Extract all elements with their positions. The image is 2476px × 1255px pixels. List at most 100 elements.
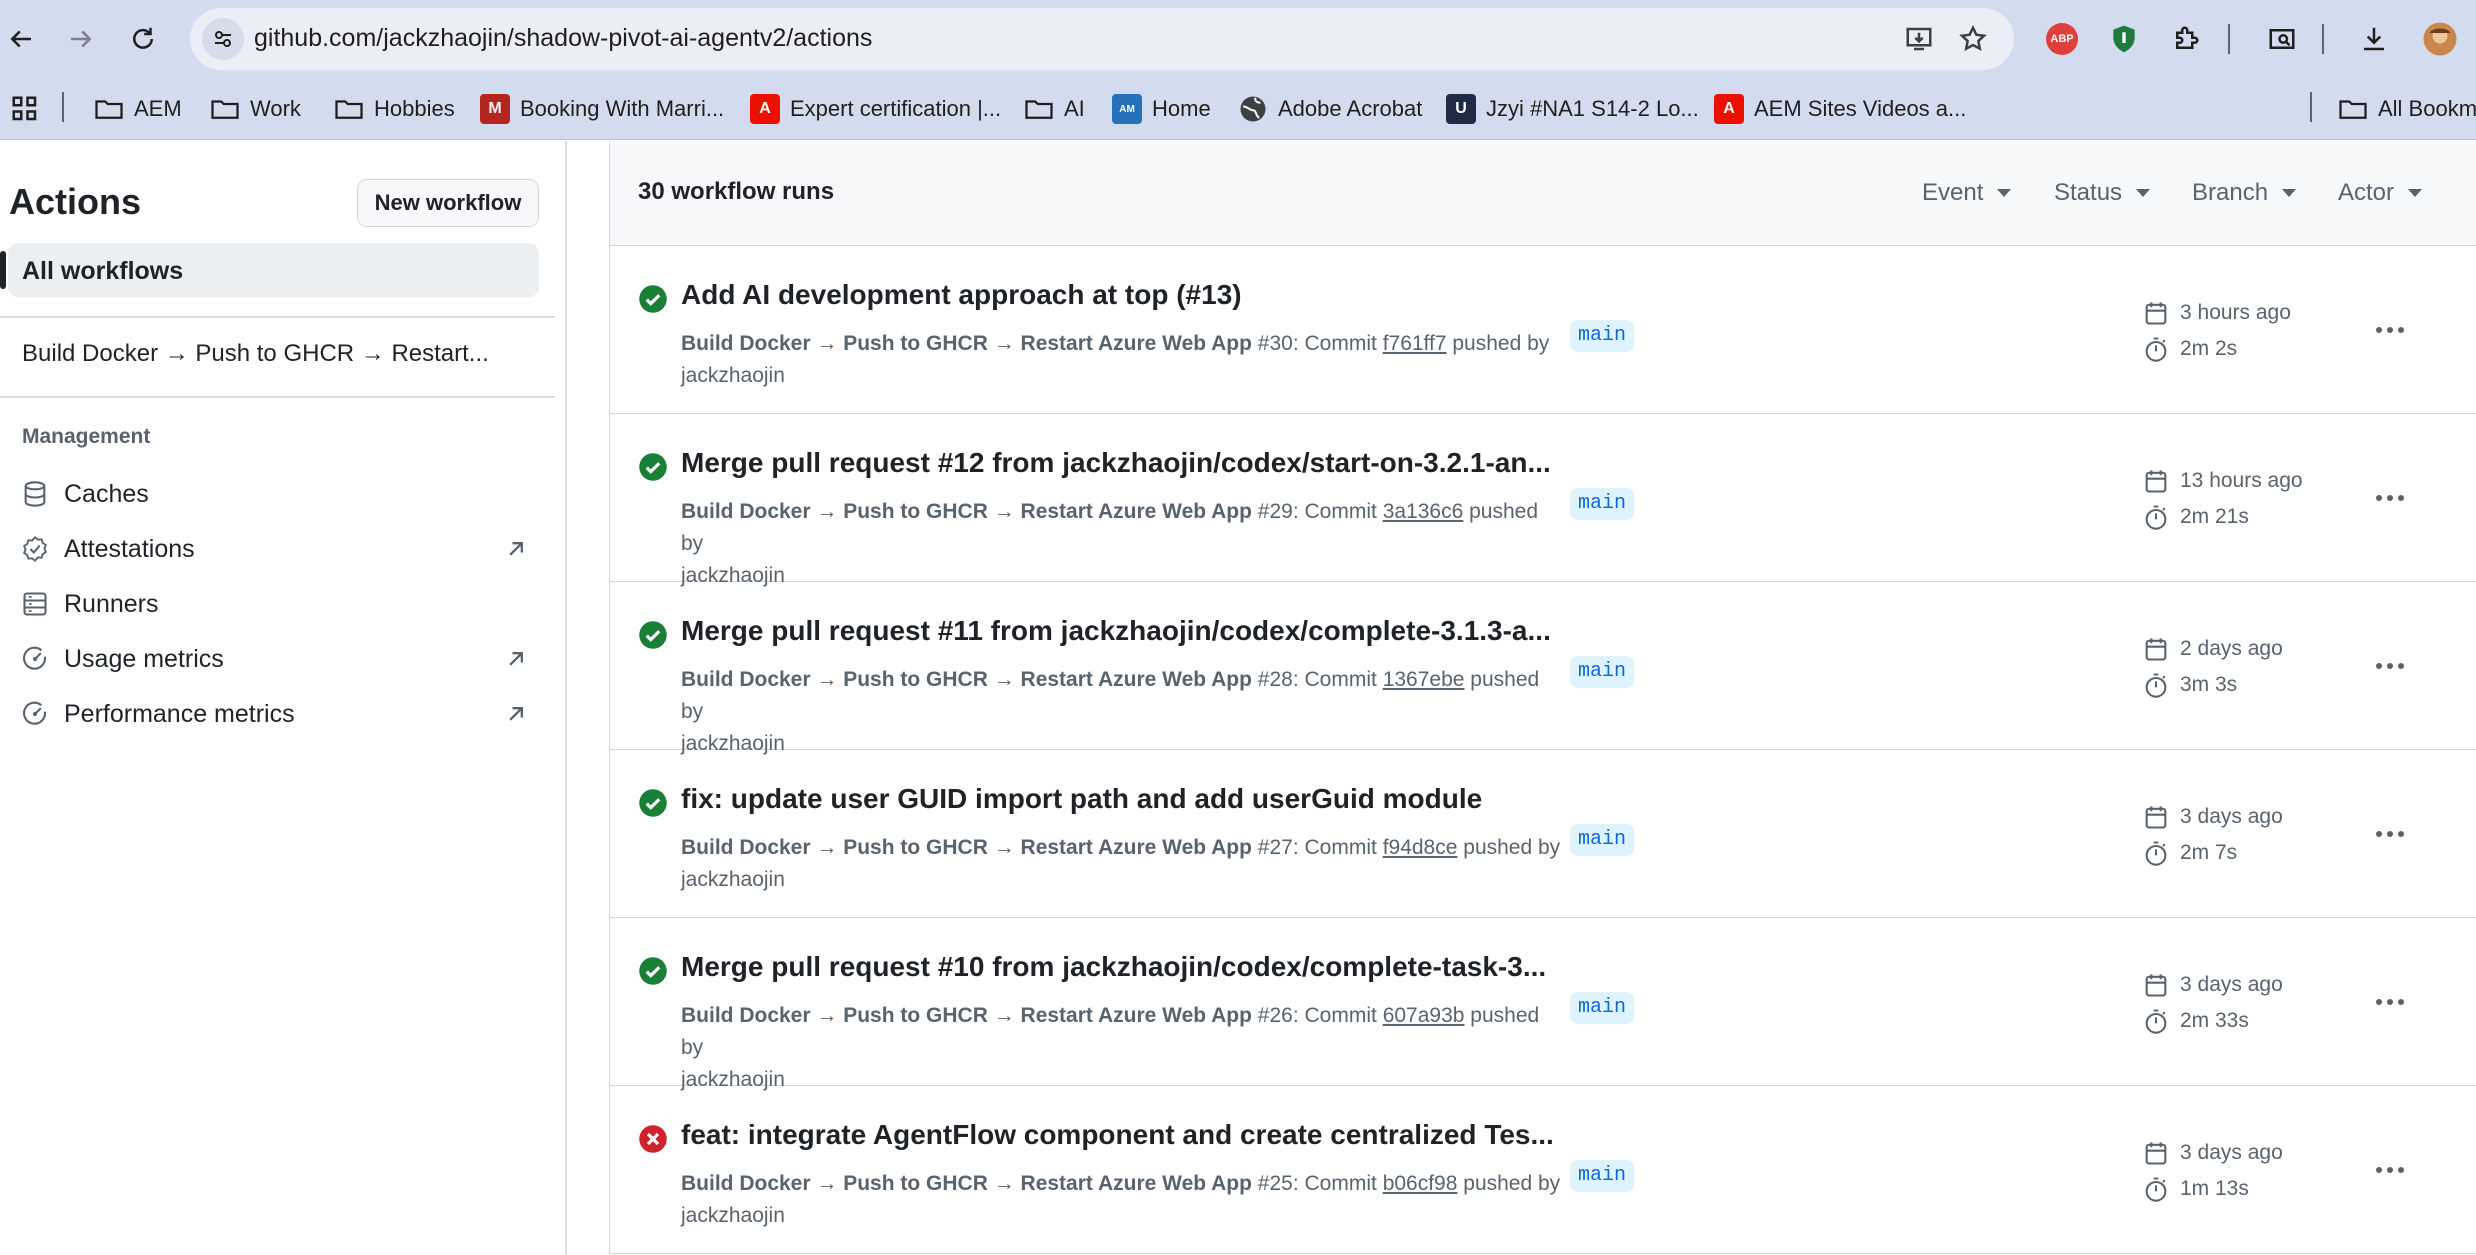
url-text[interactable]: github.com/jackzhaojin/shadow-pivot-ai-a… bbox=[254, 24, 872, 53]
bookmark-jzyi[interactable]: U Jzyi #NA1 S14-2 Lo... bbox=[1446, 90, 1699, 128]
bookmark-hobbies[interactable]: Hobbies bbox=[334, 90, 455, 128]
run-time-text: 3 days ago bbox=[2180, 1141, 2283, 1164]
apps-grid-icon[interactable] bbox=[10, 90, 40, 128]
branch-badge[interactable]: main bbox=[1570, 824, 1635, 856]
run-menu-button[interactable] bbox=[2370, 310, 2410, 350]
puzzle-icon[interactable] bbox=[2166, 19, 2206, 59]
sidebar-item-caches[interactable]: Caches bbox=[20, 472, 530, 516]
sidebar-item-performance-metrics[interactable]: Performance metrics bbox=[20, 692, 530, 736]
branch-badge[interactable]: main bbox=[1570, 992, 1635, 1024]
run-time-text: 3 days ago bbox=[2180, 805, 2283, 828]
commit-sha-link[interactable]: 607a93b bbox=[1383, 1004, 1465, 1027]
commit-sha-link[interactable]: 1367ebe bbox=[1383, 668, 1465, 691]
workflow-run-row[interactable]: fix: update user GUID import path and ad… bbox=[610, 750, 2476, 918]
database-icon bbox=[20, 479, 50, 509]
address-bar[interactable]: github.com/jackzhaojin/shadow-pivot-ai-a… bbox=[190, 8, 2014, 70]
reload-button[interactable] bbox=[124, 20, 162, 58]
sidebar-item-usage-metrics[interactable]: Usage metrics bbox=[20, 637, 530, 681]
run-menu-button[interactable] bbox=[2370, 478, 2410, 518]
run-menu-button[interactable] bbox=[2370, 814, 2410, 854]
stopwatch-icon bbox=[2145, 1009, 2167, 1034]
caret-down-icon bbox=[1997, 189, 2012, 197]
run-meta: Build Docker → Push to GHCR → Restart Az… bbox=[681, 496, 1561, 592]
site-info-icon[interactable] bbox=[202, 18, 244, 60]
run-number: #26: Commit bbox=[1257, 1004, 1377, 1027]
bookmark-star-icon[interactable] bbox=[1956, 22, 1990, 56]
check-circle-icon bbox=[639, 621, 667, 649]
branch-badge[interactable]: main bbox=[1570, 1160, 1635, 1192]
browser-toolbar: github.com/jackzhaojin/shadow-pivot-ai-a… bbox=[0, 0, 2476, 78]
profile-avatar[interactable] bbox=[2420, 19, 2460, 59]
run-menu-button[interactable] bbox=[2370, 646, 2410, 686]
run-title[interactable]: Merge pull request #10 from jackzhaojin/… bbox=[681, 951, 1546, 983]
abp-icon[interactable]: ABP bbox=[2042, 19, 2082, 59]
bookmark-home[interactable]: AM Home bbox=[1112, 90, 1211, 128]
forward-button[interactable] bbox=[62, 20, 100, 58]
workflow-run-row[interactable]: Merge pull request #10 from jackzhaojin/… bbox=[610, 918, 2476, 1091]
bookmark-ai[interactable]: AI bbox=[1024, 90, 1085, 128]
actor-link[interactable]: jackzhaojin bbox=[681, 1204, 785, 1227]
new-workflow-button[interactable]: New workflow bbox=[357, 179, 539, 227]
workflow-name[interactable]: Build Docker → Push to GHCR → Restart Az… bbox=[681, 332, 1252, 355]
server-icon bbox=[20, 589, 50, 619]
sidebar-item-attestations[interactable]: Attestations bbox=[20, 527, 530, 571]
sidebar-item-all-workflows[interactable]: All workflows bbox=[8, 243, 539, 297]
actor-link[interactable]: jackzhaojin bbox=[681, 868, 785, 891]
sidebar-item-label: Runners bbox=[64, 589, 159, 618]
workflow-run-row[interactable]: feat: integrate AgentFlow component and … bbox=[610, 1086, 2476, 1254]
commit-sha-link[interactable]: 3a136c6 bbox=[1383, 500, 1464, 523]
bookmark-work[interactable]: Work bbox=[210, 90, 301, 128]
install-app-icon[interactable] bbox=[1902, 22, 1936, 56]
run-title[interactable]: Add AI development approach at top (#13) bbox=[681, 279, 1242, 311]
workflow-name[interactable]: Build Docker → Push to GHCR → Restart Az… bbox=[681, 668, 1252, 691]
run-title[interactable]: feat: integrate AgentFlow component and … bbox=[681, 1119, 1554, 1151]
all-bookmarks[interactable]: All Bookm bbox=[2338, 90, 2476, 128]
back-button[interactable] bbox=[2, 20, 40, 58]
run-title[interactable]: fix: update user GUID import path and ad… bbox=[681, 783, 1482, 815]
bookmark-label: AI bbox=[1064, 96, 1085, 121]
filter-event[interactable]: Event bbox=[1922, 175, 2012, 211]
sidebar-item-workflow[interactable]: Build Docker → Push to GHCR → Restart... bbox=[22, 340, 489, 368]
shield-extension-icon[interactable] bbox=[2104, 19, 2144, 59]
commit-sha-link[interactable]: f94d8ce bbox=[1383, 836, 1458, 859]
commit-sha-link[interactable]: b06cf98 bbox=[1383, 1172, 1458, 1195]
workflow-run-row[interactable]: Merge pull request #11 from jackzhaojin/… bbox=[610, 582, 2476, 755]
workflow-name[interactable]: Build Docker → Push to GHCR → Restart Az… bbox=[681, 1004, 1252, 1027]
commit-sha-link[interactable]: f761ff7 bbox=[1383, 332, 1447, 355]
run-duration-text: 2m 21s bbox=[2180, 505, 2249, 528]
success-status-icon bbox=[638, 284, 668, 314]
run-menu-button[interactable] bbox=[2370, 982, 2410, 1022]
download-icon[interactable] bbox=[2354, 19, 2394, 59]
pushed-by-text: pushed by bbox=[1452, 332, 1550, 355]
filter-status[interactable]: Status bbox=[2054, 175, 2151, 211]
actor-link[interactable]: jackzhaojin bbox=[681, 364, 785, 387]
external-link-icon bbox=[509, 652, 523, 666]
run-time: 13 hours ago bbox=[2142, 464, 2303, 498]
branch-badge[interactable]: main bbox=[1570, 320, 1635, 352]
workflow-run-row[interactable]: Add AI development approach at top (#13)… bbox=[610, 246, 2476, 414]
sidebar-item-runners[interactable]: Runners bbox=[20, 582, 530, 626]
filter-label: Actor bbox=[2338, 179, 2395, 206]
workflow-name[interactable]: Build Docker → Push to GHCR → Restart Az… bbox=[681, 500, 1252, 523]
run-duration-text: 2m 7s bbox=[2180, 841, 2238, 864]
workflow-run-row[interactable]: Merge pull request #12 from jackzhaojin/… bbox=[610, 414, 2476, 587]
bookmark-separator bbox=[62, 92, 64, 122]
success-status-icon bbox=[638, 788, 668, 818]
branch-badge[interactable]: main bbox=[1570, 488, 1635, 520]
search-panel-icon[interactable] bbox=[2262, 19, 2302, 59]
branch-badge[interactable]: main bbox=[1570, 656, 1635, 688]
workflow-name[interactable]: Build Docker → Push to GHCR → Restart Az… bbox=[681, 1172, 1252, 1195]
run-title[interactable]: Merge pull request #12 from jackzhaojin/… bbox=[681, 447, 1551, 479]
workflow-name[interactable]: Build Docker → Push to GHCR → Restart Az… bbox=[681, 836, 1252, 859]
bookmark-adobe-acrobat[interactable]: Adobe Acrobat bbox=[1238, 90, 1422, 128]
bookmark-aem[interactable]: AEM bbox=[94, 90, 182, 128]
filter-branch[interactable]: Branch bbox=[2192, 175, 2297, 211]
verified-icon bbox=[20, 534, 50, 564]
run-menu-button[interactable] bbox=[2370, 1150, 2410, 1190]
bookmark-marriott[interactable]: M Booking With Marri... bbox=[480, 90, 724, 128]
run-time: 3 days ago bbox=[2142, 800, 2283, 834]
filter-actor[interactable]: Actor bbox=[2338, 175, 2423, 211]
bookmark-aem-sites-videos[interactable]: A AEM Sites Videos a... bbox=[1714, 90, 1966, 128]
run-title[interactable]: Merge pull request #11 from jackzhaojin/… bbox=[681, 615, 1551, 647]
bookmark-expert-certification[interactable]: A Expert certification |... bbox=[750, 90, 1001, 128]
